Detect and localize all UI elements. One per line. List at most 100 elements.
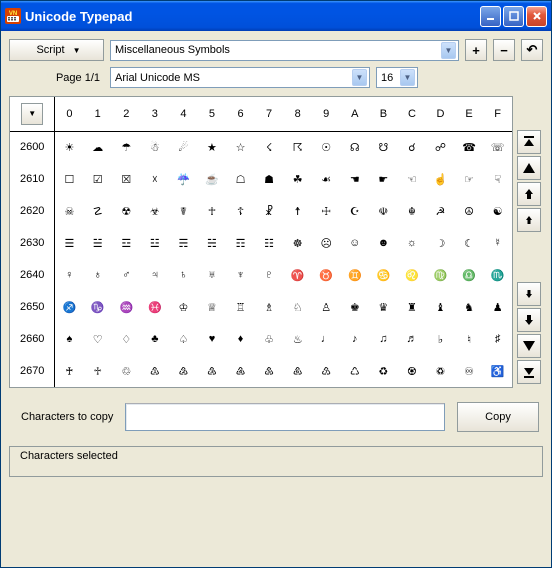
char-cell[interactable]: ☞: [455, 163, 484, 195]
char-cell[interactable]: ♕: [198, 291, 227, 323]
char-cell[interactable]: ☝: [426, 163, 455, 195]
char-cell[interactable]: ♝: [426, 291, 455, 323]
font-combo[interactable]: Arial Unicode MS ▼: [110, 67, 370, 88]
char-cell[interactable]: ♹: [312, 355, 341, 387]
char-cell[interactable]: ♫: [369, 323, 398, 355]
char-cell[interactable]: ☘: [283, 163, 312, 195]
char-cell[interactable]: ♋: [369, 259, 398, 291]
char-cell[interactable]: ♁: [83, 259, 112, 291]
char-cell[interactable]: ♅: [198, 259, 227, 291]
char-cell[interactable]: ☊: [341, 131, 370, 163]
char-cell[interactable]: ♔: [169, 291, 198, 323]
char-cell[interactable]: ☡: [83, 195, 112, 227]
char-cell[interactable]: ☖: [226, 163, 255, 195]
page-up-button[interactable]: [517, 156, 541, 180]
script-dropdown[interactable]: Script ▼: [9, 39, 104, 61]
char-cell[interactable]: ☤: [169, 195, 198, 227]
char-cell[interactable]: ♄: [169, 259, 198, 291]
char-cell[interactable]: ☎: [455, 131, 484, 163]
char-cell[interactable]: ♏: [483, 259, 512, 291]
font-size-combo[interactable]: 16 ▼: [376, 67, 418, 88]
char-cell[interactable]: ☦: [226, 195, 255, 227]
char-cell[interactable]: ☧: [255, 195, 284, 227]
char-cell[interactable]: ☠: [55, 195, 84, 227]
char-cell[interactable]: ★: [198, 131, 227, 163]
char-cell[interactable]: ♀: [55, 259, 84, 291]
char-cell[interactable]: ☔: [169, 163, 198, 195]
chevron-down-icon[interactable]: ▼: [441, 42, 456, 59]
char-cell[interactable]: ♲: [112, 355, 141, 387]
char-cell[interactable]: ♨: [283, 323, 312, 355]
char-cell[interactable]: ☲: [112, 227, 141, 259]
char-cell[interactable]: ☜: [398, 163, 427, 195]
char-cell[interactable]: ♞: [455, 291, 484, 323]
char-cell[interactable]: ♽: [426, 355, 455, 387]
char-cell[interactable]: ☨: [283, 195, 312, 227]
char-cell[interactable]: ♿: [483, 355, 512, 387]
char-cell[interactable]: ☱: [83, 227, 112, 259]
char-cell[interactable]: ♍: [426, 259, 455, 291]
char-cell[interactable]: ♣: [141, 323, 170, 355]
char-cell[interactable]: ♵: [198, 355, 227, 387]
char-cell[interactable]: ☀: [55, 131, 84, 163]
char-cell[interactable]: ☵: [198, 227, 227, 259]
char-cell[interactable]: ♑: [83, 291, 112, 323]
char-cell[interactable]: ☃: [141, 131, 170, 163]
grid-menu-button[interactable]: ▼: [21, 103, 43, 125]
char-cell[interactable]: ☼: [398, 227, 427, 259]
char-cell[interactable]: ♓: [141, 291, 170, 323]
char-cell[interactable]: ☸: [283, 227, 312, 259]
char-cell[interactable]: ☢: [112, 195, 141, 227]
char-cell[interactable]: ♙: [312, 291, 341, 323]
char-cell[interactable]: ☈: [283, 131, 312, 163]
char-cell[interactable]: ♟: [483, 291, 512, 323]
scroll-top-button[interactable]: [517, 130, 541, 154]
char-cell[interactable]: ♯: [483, 323, 512, 355]
char-cell[interactable]: ♺: [341, 355, 370, 387]
char-cell[interactable]: ♖: [226, 291, 255, 323]
char-cell[interactable]: ☬: [398, 195, 427, 227]
char-cell[interactable]: ☂: [112, 131, 141, 163]
char-cell[interactable]: ♻: [369, 355, 398, 387]
char-cell[interactable]: ♇: [255, 259, 284, 291]
char-cell[interactable]: ☩: [312, 195, 341, 227]
chevron-down-icon[interactable]: ▼: [352, 69, 367, 86]
char-cell[interactable]: ☆: [226, 131, 255, 163]
page-down-button[interactable]: [517, 334, 541, 358]
char-cell[interactable]: ☚: [341, 163, 370, 195]
char-cell[interactable]: ♆: [226, 259, 255, 291]
char-cell[interactable]: ♤: [169, 323, 198, 355]
char-cell[interactable]: ☯: [483, 195, 512, 227]
char-cell[interactable]: ♧: [255, 323, 284, 355]
char-cell[interactable]: ☮: [455, 195, 484, 227]
char-cell[interactable]: ☒: [112, 163, 141, 195]
char-cell[interactable]: ♂: [112, 259, 141, 291]
char-cell[interactable]: ♈: [283, 259, 312, 291]
char-cell[interactable]: ♩: [312, 323, 341, 355]
copy-button[interactable]: Copy: [457, 402, 539, 432]
char-cell[interactable]: ☍: [426, 131, 455, 163]
char-cell[interactable]: ♭: [426, 323, 455, 355]
char-cell[interactable]: ♘: [283, 291, 312, 323]
char-cell[interactable]: ♐: [55, 291, 84, 323]
char-cell[interactable]: ☶: [226, 227, 255, 259]
char-cell[interactable]: ☿: [483, 227, 512, 259]
char-cell[interactable]: ♷: [255, 355, 284, 387]
char-cell[interactable]: ♎: [455, 259, 484, 291]
close-button[interactable]: [526, 6, 547, 27]
category-combo[interactable]: Miscellaneous Symbols ▼: [110, 40, 459, 61]
char-cell[interactable]: ♗: [255, 291, 284, 323]
char-cell[interactable]: ☥: [198, 195, 227, 227]
char-cell[interactable]: ☟: [483, 163, 512, 195]
char-cell[interactable]: ☓: [141, 163, 170, 195]
char-cell[interactable]: ☽: [426, 227, 455, 259]
char-cell[interactable]: ♸: [283, 355, 312, 387]
char-cell[interactable]: ☏: [483, 131, 512, 163]
char-cell[interactable]: ☴: [169, 227, 198, 259]
char-cell[interactable]: ♊: [341, 259, 370, 291]
char-cell[interactable]: ☌: [398, 131, 427, 163]
char-cell[interactable]: ☻: [369, 227, 398, 259]
char-cell[interactable]: ♶: [226, 355, 255, 387]
char-cell[interactable]: ☄: [169, 131, 198, 163]
up-small-button[interactable]: [517, 208, 541, 232]
